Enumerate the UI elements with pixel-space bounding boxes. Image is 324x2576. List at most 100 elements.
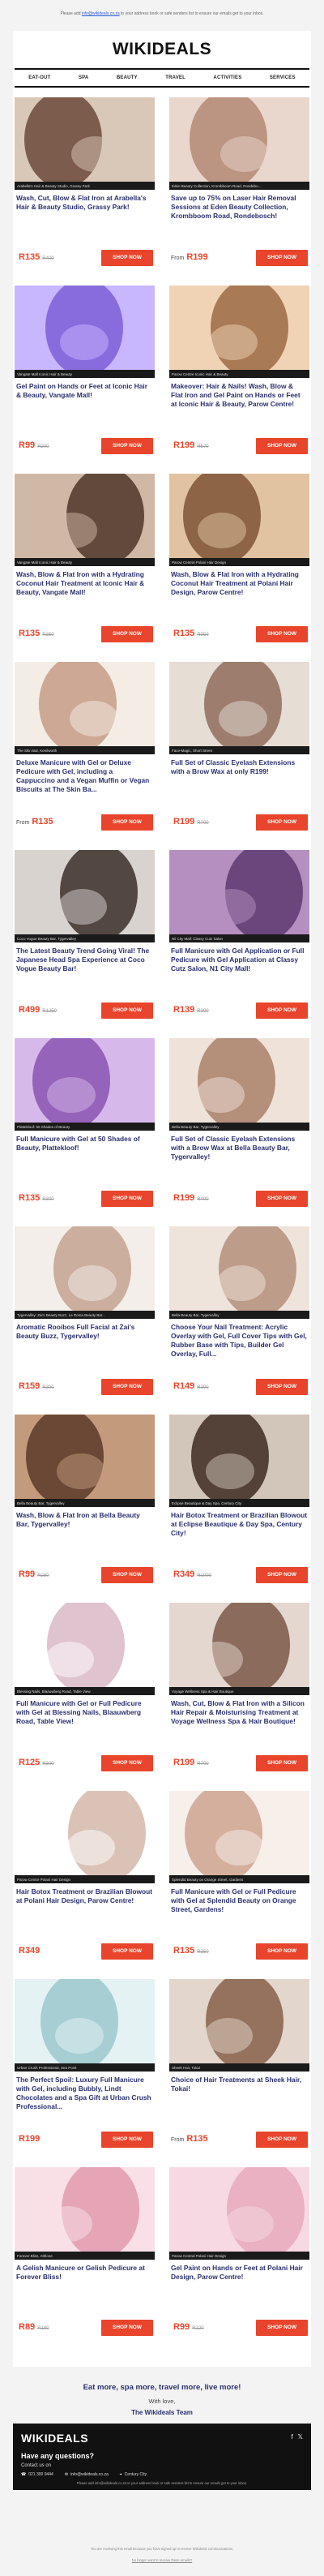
deal-image[interactable] [15,850,155,934]
deal-card[interactable]: Eden Beauty Collection, Krombboom Road, … [169,97,309,276]
deal-card[interactable]: Vangate Mall Iconic Hair & Beauty Wash, … [15,474,155,652]
shop-now-button[interactable]: SHOP NOW [256,1002,308,1019]
deal-card[interactable]: Face-Magic, Short Street Full Set of Cla… [169,662,309,840]
deal-title[interactable]: Wash, Blow & Flat Iron with a Hydrating … [16,570,152,597]
deal-image[interactable] [169,1979,309,2063]
shop-now-button[interactable]: SHOP NOW [256,438,308,454]
deal-title[interactable]: Full Set of Classic Eyelash Extensions w… [171,758,307,776]
deal-title[interactable]: Full Manicure with Gel or Full Pedicure … [16,1699,152,1726]
deal-card[interactable]: Vangate Mall Iconic Hair & Beauty Gel Pa… [15,286,155,464]
deal-image[interactable] [169,662,309,746]
deal-title[interactable]: Wash, Cut, Blow & Flat Iron at Arabella'… [16,194,152,212]
deal-image[interactable] [15,1979,155,2063]
shop-now-button[interactable]: SHOP NOW [101,1379,153,1395]
deal-card[interactable]: Sheek Hair, Tokai Choice of Hair Treatme… [169,1979,309,2157]
deal-card[interactable]: Parow Central Polani Hair Design Wash, B… [169,474,309,652]
deal-card[interactable]: Splendid Beauty on Orange Street, Garden… [169,1791,309,1969]
facebook-icon[interactable]: f [291,2433,292,2441]
deal-card[interactable]: Bella Beauty Bar, Tygervalley Wash, Blow… [15,1415,155,1593]
deal-image[interactable] [15,474,155,558]
deal-image[interactable] [169,97,309,182]
deal-image[interactable] [15,286,155,370]
shop-now-button[interactable]: SHOP NOW [256,1755,308,1771]
deal-card[interactable]: Parow Central Polani Hair Design Gel Pai… [169,2167,309,2346]
deal-image[interactable] [15,1791,155,1875]
deal-image[interactable] [169,286,309,370]
deal-image[interactable] [15,662,155,746]
shop-now-button[interactable]: SHOP NOW [256,2320,308,2336]
shop-now-button[interactable]: SHOP NOW [256,1943,308,1960]
shop-now-button[interactable]: SHOP NOW [101,1567,153,1583]
deal-image[interactable] [169,2167,309,2252]
deal-image[interactable] [169,1791,309,1875]
shop-now-button[interactable]: SHOP NOW [101,1191,153,1207]
deal-image[interactable] [15,1226,155,1311]
nav-beauty[interactable]: BEAUTY [117,75,138,80]
deal-card[interactable]: Voyage Wellness Spa & Hair Boutique Wash… [169,1603,309,1781]
shop-now-button[interactable]: SHOP NOW [256,1379,308,1395]
deal-title[interactable]: Full Manicure with Gel Application or Fu… [171,947,307,973]
shop-now-button[interactable]: SHOP NOW [101,250,153,266]
deal-title[interactable]: Hair Botox Treatment or Brazilian Blowou… [16,1887,152,1905]
deal-image[interactable] [15,1603,155,1687]
deal-title[interactable]: The Latest Beauty Trend Going Viral! The… [16,947,152,973]
shop-now-button[interactable]: SHOP NOW [101,1002,153,1019]
deal-title[interactable]: Full Manicure with Gel at 50 Shades of B… [16,1135,152,1153]
shop-now-button[interactable]: SHOP NOW [101,814,153,831]
shop-now-button[interactable]: SHOP NOW [101,2132,153,2148]
deal-image[interactable] [169,1226,309,1311]
deal-card[interactable]: Parow Centre Polani Hair Design Hair Bot… [15,1791,155,1969]
deal-title[interactable]: Wash, Blow & Flat Iron with a Hydrating … [171,570,307,597]
footer-email[interactable]: ✉ info@wikideals.co.za [65,2472,109,2477]
deal-card[interactable]: Urban Crush Professional, Sea Point The … [15,1979,155,2157]
deal-card[interactable]: Eclipse Beautique & Day Spa, Century Cit… [169,1415,309,1593]
nav-spa[interactable]: SPA [79,75,89,80]
shop-now-button[interactable]: SHOP NOW [256,626,308,642]
deal-image[interactable] [15,2167,155,2252]
deal-title[interactable]: Gel Paint on Hands or Feet at Polani Hai… [171,2264,307,2282]
shop-now-button[interactable]: SHOP NOW [256,250,308,266]
shop-now-button[interactable]: SHOP NOW [101,438,153,454]
deal-image[interactable] [169,474,309,558]
shop-now-button[interactable]: SHOP NOW [101,2320,153,2336]
x-icon[interactable]: 𝕏 [298,2433,303,2441]
deal-title[interactable]: Full Set of Classic Eyelash Extensions w… [171,1135,307,1161]
deal-title[interactable]: Choice of Hair Treatments at Sheek Hair,… [171,2076,307,2093]
deal-card[interactable]: Tygervalley: Zai's Beauty Buzz, Le Roma … [15,1226,155,1405]
deal-title[interactable]: Full Manicure with Gel or Full Pedicure … [171,1887,307,1914]
deal-title[interactable]: A Gelish Manicure or Gelish Pedicure at … [16,2264,152,2282]
shop-now-button[interactable]: SHOP NOW [256,1191,308,1207]
deal-title[interactable]: Makeover: Hair & Nails! Wash, Blow & Fla… [171,382,307,409]
deal-image[interactable] [169,1603,309,1687]
nav-services[interactable]: SERVICES [270,75,296,80]
deal-card[interactable]: Plattekloof: 50 Shades of Beauty Full Ma… [15,1038,155,1217]
deal-card[interactable]: The Skin Bar, Kenilworth Deluxe Manicure… [15,662,155,840]
deal-card[interactable]: Bella Beauty Bar, Tygervalley Full Set o… [169,1038,309,1217]
nav-eat-out[interactable]: EAT-OUT [28,75,50,80]
shop-now-button[interactable]: SHOP NOW [101,1755,153,1771]
deal-title[interactable]: Deluxe Manicure with Gel or Deluxe Pedic… [16,758,152,794]
deal-title[interactable]: Gel Paint on Hands or Feet at Iconic Hai… [16,382,152,400]
deal-image[interactable] [15,1038,155,1123]
deal-title[interactable]: Aromatic Rooibos Full Facial at Zai's Be… [16,1323,152,1341]
deal-image[interactable] [15,1415,155,1499]
deal-title[interactable]: Hair Botox Treatment or Brazilian Blowou… [171,1511,307,1538]
deal-card[interactable]: Arabella's Hair & Beauty Studio, Grassy … [15,97,155,276]
deal-title[interactable]: Wash, Cut, Blow & Flat Iron with a Silic… [171,1699,307,1726]
nav-travel[interactable]: TRAVEL [165,75,185,80]
deal-title[interactable]: Save up to 75% on Laser Hair Removal Ses… [171,194,307,221]
shop-now-button[interactable]: SHOP NOW [256,814,308,831]
deal-card[interactable]: Coco Vogue Beauty Bar, Tygervalley The L… [15,850,155,1028]
footer-phone[interactable]: ☎ 021 300 9444 [21,2472,53,2477]
deal-image[interactable] [169,1415,309,1499]
deal-card[interactable]: Bella Beauty Bar, Tygervalley Choose You… [169,1226,309,1405]
deal-image[interactable] [169,1038,309,1123]
shop-now-button[interactable]: SHOP NOW [256,1567,308,1583]
shop-now-button[interactable]: SHOP NOW [101,626,153,642]
nav-activities[interactable]: ACTIVITIES [213,75,241,80]
deal-card[interactable]: Forever Bliss, Athlone A Gelish Manicure… [15,2167,155,2346]
shop-now-button[interactable]: SHOP NOW [101,1943,153,1960]
deal-title[interactable]: The Perfect Spoil: Luxury Full Manicure … [16,2076,152,2111]
deal-image[interactable] [169,850,309,934]
shop-now-button[interactable]: SHOP NOW [256,2132,308,2148]
